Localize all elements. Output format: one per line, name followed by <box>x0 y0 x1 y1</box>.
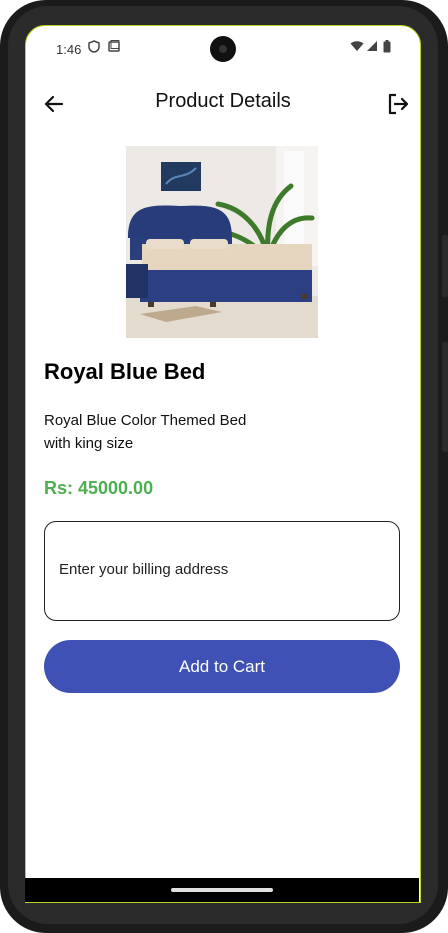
add-to-cart-button[interactable]: Add to Cart <box>44 640 400 693</box>
billing-address-field[interactable] <box>44 521 400 621</box>
product-price: Rs: 45000.00 <box>44 478 154 498</box>
product-name: Royal Blue Bed <box>44 359 206 384</box>
home-gesture-handle[interactable] <box>171 888 273 892</box>
page-title: Product Details <box>155 90 291 112</box>
app-bar: Product Details <box>26 84 420 128</box>
product-image <box>126 146 318 338</box>
front-camera <box>210 36 236 62</box>
status-bar: 1:46 <box>26 26 420 72</box>
volume-button <box>442 235 448 297</box>
product-description: Royal Blue Color Themed Bed with king si… <box>44 412 247 452</box>
logout-icon <box>388 93 409 115</box>
billing-address-input[interactable] <box>57 560 381 579</box>
power-button <box>442 342 448 452</box>
status-time: 1:46 <box>56 42 82 57</box>
wifi-icon <box>350 40 364 55</box>
app-screen: 1:46 Product Details Royal Blue Bed Roya… <box>25 25 421 903</box>
navigation-bar <box>25 878 419 902</box>
shield-icon <box>88 40 100 56</box>
logout-button[interactable] <box>384 90 412 118</box>
battery-icon <box>383 40 391 56</box>
signal-icon <box>366 40 378 55</box>
sim-card-icon <box>108 40 120 55</box>
